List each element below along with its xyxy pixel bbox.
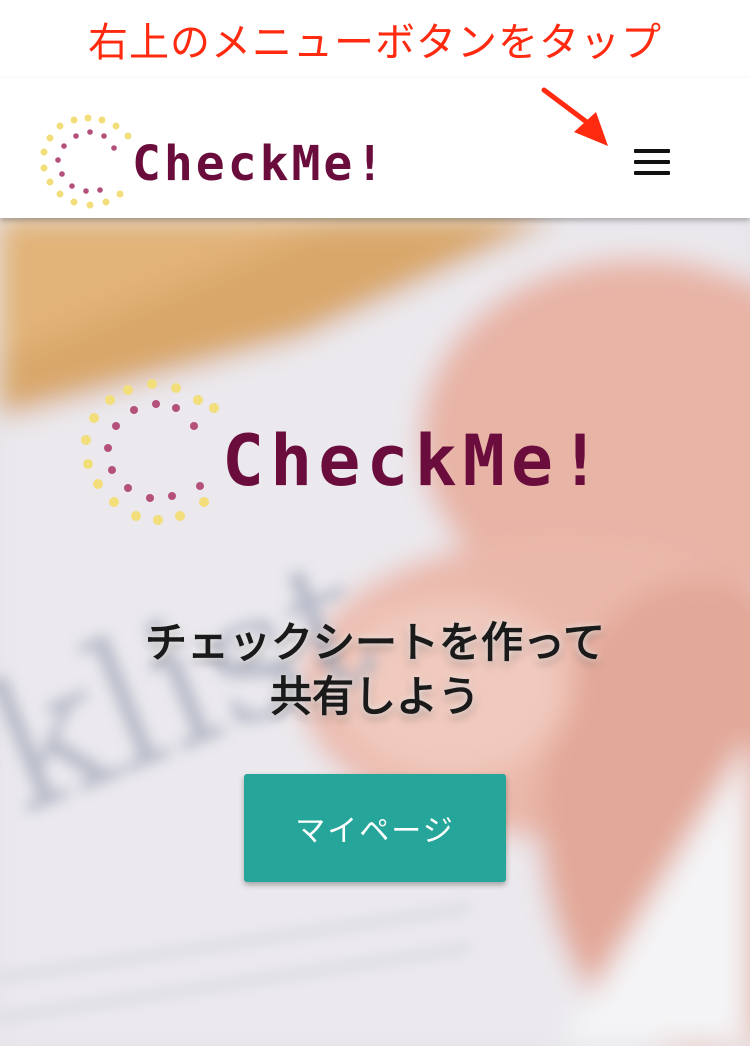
hero-title: チェックシートを作って 共有しよう: [0, 616, 750, 724]
hero-title-line1: チェックシートを作って: [145, 618, 605, 667]
hamburger-menu-icon: [634, 149, 670, 153]
logo-ring-icon: [40, 114, 132, 209]
instruction-caption: 右上のメニューボタンをタップ: [88, 20, 662, 66]
hamburger-menu-icon-bar: [634, 160, 670, 164]
hero-section: klist CheckMe! チェックシートを作って 共有しよう マイページ: [0, 218, 750, 1046]
hero-logo-text: CheckMe!: [222, 420, 608, 502]
hero-logo-ring-icon: [81, 379, 219, 525]
header-logo-text: CheckMe!: [132, 136, 388, 192]
hamburger-menu-button[interactable]: [624, 140, 680, 184]
mypage-button[interactable]: マイページ: [244, 774, 506, 882]
hamburger-menu-icon-bar: [634, 171, 670, 175]
hero-logo: CheckMe!: [80, 378, 680, 528]
red-arrow-icon: [541, 87, 608, 146]
hero-title-line2: 共有しよう: [269, 672, 480, 721]
site-header: CheckMe!: [0, 78, 750, 218]
header-logo[interactable]: CheckMe!: [40, 114, 420, 210]
